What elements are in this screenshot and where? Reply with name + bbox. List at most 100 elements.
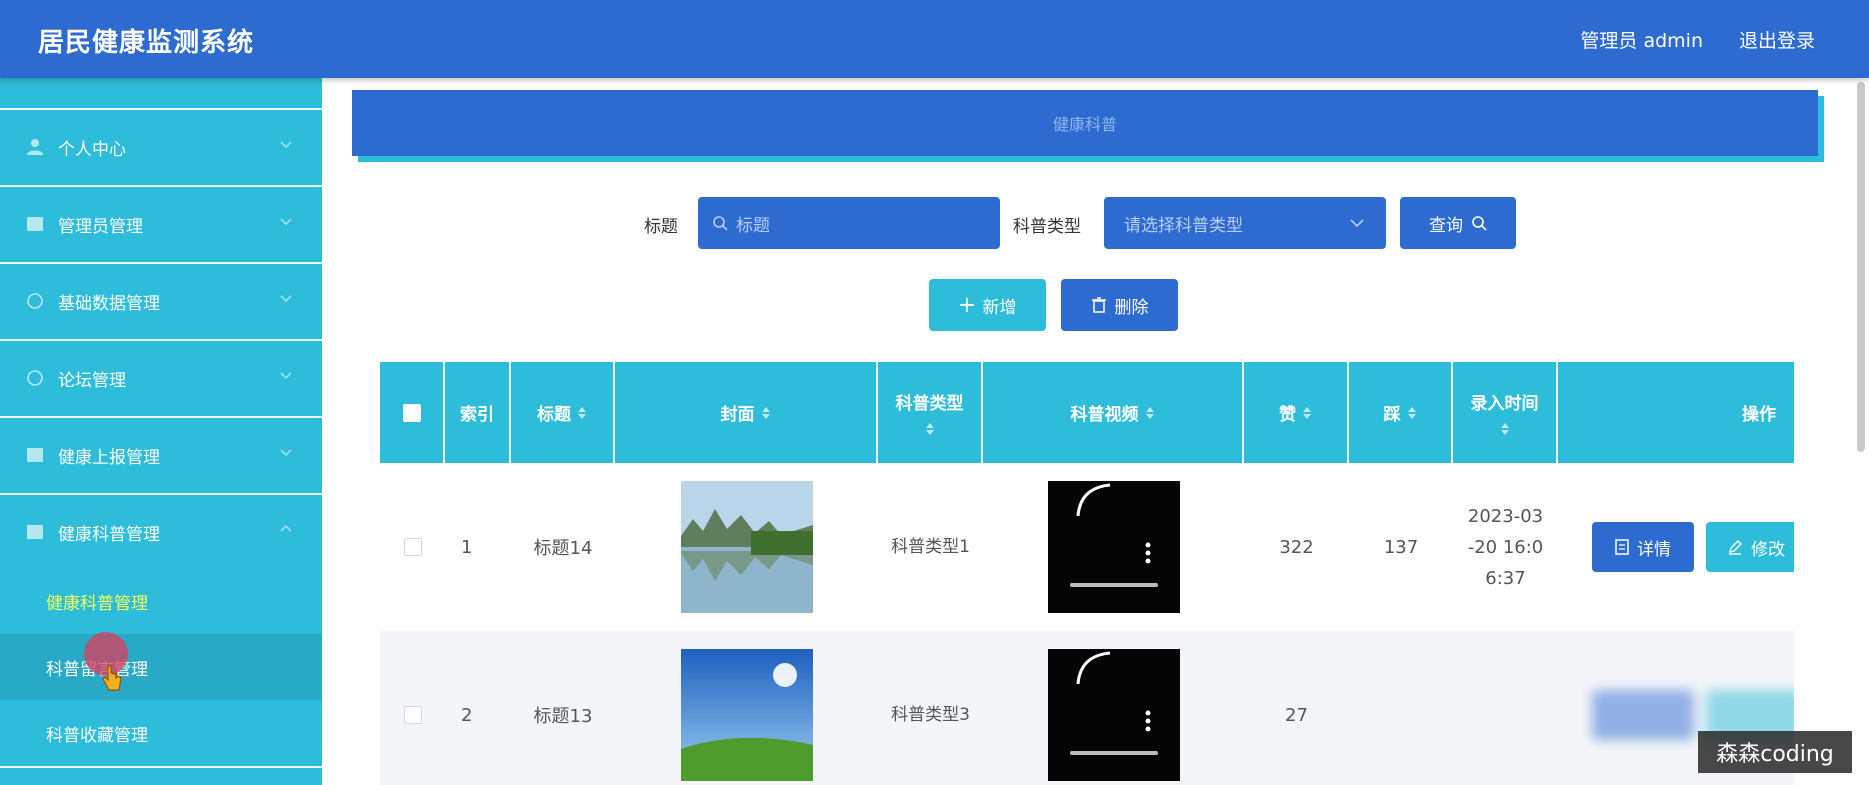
sort-icon[interactable] bbox=[1500, 422, 1510, 436]
list-icon bbox=[26, 446, 44, 464]
column-header-cover[interactable]: 封面 bbox=[615, 362, 878, 463]
select-all-cell[interactable] bbox=[380, 362, 445, 463]
sidebar-item-forum[interactable]: 论坛管理 bbox=[0, 339, 322, 415]
column-header-type[interactable]: 科普类型 bbox=[878, 362, 983, 463]
hand-cursor-icon bbox=[102, 665, 122, 691]
table-header: 索引 标题 封面 科普类型 科普视频 赞 踩 录入时间 操作 bbox=[380, 362, 1794, 463]
cover-image-meadow[interactable] bbox=[680, 649, 813, 781]
sidebar-subitem-science-favorites[interactable]: 科普收藏管理 bbox=[0, 700, 322, 766]
column-header-actions: 操作 bbox=[1558, 362, 1794, 463]
column-header-dislikes[interactable]: 踩 bbox=[1349, 362, 1453, 463]
detail-button-label: 详情 bbox=[1637, 539, 1671, 560]
column-header-video[interactable]: 科普视频 bbox=[983, 362, 1244, 463]
circle-icon bbox=[26, 292, 44, 310]
sidebar-item-health-report[interactable]: 健康上报管理 bbox=[0, 416, 322, 492]
row-index: 2 bbox=[461, 704, 473, 726]
sidebar-item-personal-center[interactable]: 个人中心 bbox=[0, 108, 322, 184]
breadcrumb-current: 健康科普 bbox=[1052, 115, 1117, 134]
chevron-down-icon bbox=[280, 218, 292, 226]
add-button[interactable]: 新增 bbox=[929, 279, 1046, 331]
column-label: 操作 bbox=[1742, 405, 1776, 425]
row-checkbox-cell[interactable] bbox=[380, 463, 445, 631]
sidebar-item-label: 论坛管理 bbox=[58, 370, 126, 391]
top-header: 居民健康监测系统 管理员 admin 退出登录 bbox=[0, 0, 1869, 78]
list-icon bbox=[26, 215, 44, 233]
chevron-down-icon bbox=[280, 449, 292, 457]
breadcrumb: 健康科普 bbox=[352, 90, 1818, 156]
user-icon bbox=[26, 138, 44, 156]
sidebar-item-label: 基础数据管理 bbox=[58, 293, 160, 314]
app-title: 居民健康监测系统 bbox=[38, 28, 255, 58]
column-label: 踩 bbox=[1383, 405, 1401, 425]
detail-button[interactable] bbox=[1592, 690, 1694, 740]
sort-icon[interactable] bbox=[925, 422, 935, 436]
logout-link[interactable]: 退出登录 bbox=[1739, 26, 1815, 53]
row-cover-cell bbox=[615, 463, 878, 631]
chevron-up-icon bbox=[280, 524, 292, 532]
table-row: 2 标题13 科普类型3 27 bbox=[380, 631, 1794, 785]
select-all-checkbox[interactable] bbox=[402, 403, 421, 422]
sidebar-item-label: 管理员管理 bbox=[58, 216, 143, 237]
title-search-input[interactable]: 标题 bbox=[698, 197, 1000, 249]
plus-icon bbox=[959, 298, 974, 312]
row-type: 科普类型3 bbox=[891, 705, 970, 725]
list-icon bbox=[26, 523, 44, 541]
detail-button[interactable]: 详情 bbox=[1592, 522, 1694, 572]
title-search-placeholder: 标题 bbox=[736, 215, 770, 236]
type-select-label: 科普类型 bbox=[1013, 217, 1081, 237]
sidebar-item-admin[interactable]: 管理员管理 bbox=[0, 185, 322, 261]
row-checkbox-cell[interactable] bbox=[380, 631, 445, 785]
column-label: 科普视频 bbox=[1070, 405, 1139, 425]
sidebar-item-label: 健康上报管理 bbox=[58, 447, 160, 468]
row-video-cell bbox=[983, 631, 1244, 785]
column-label: 科普类型 bbox=[895, 394, 964, 414]
delete-button[interactable]: 删除 bbox=[1061, 279, 1178, 331]
sort-icon[interactable] bbox=[1145, 406, 1155, 420]
row-time bbox=[1453, 631, 1558, 785]
column-header-title[interactable]: 标题 bbox=[511, 362, 615, 463]
cover-image-lake[interactable] bbox=[680, 481, 813, 613]
chevron-down-icon bbox=[280, 295, 292, 303]
row-checkbox[interactable] bbox=[403, 706, 422, 724]
sidebar-item-health-science[interactable]: 健康科普管理 bbox=[0, 493, 322, 569]
search-icon bbox=[713, 216, 728, 231]
column-label: 赞 bbox=[1279, 405, 1296, 425]
add-button-label: 新增 bbox=[982, 297, 1017, 318]
sidebar-item-base-data[interactable]: 基础数据管理 bbox=[0, 262, 322, 338]
sidebar-item-label: 健康科普管理 bbox=[58, 524, 160, 545]
column-header-likes[interactable]: 赞 bbox=[1244, 362, 1349, 463]
row-checkbox[interactable] bbox=[403, 538, 422, 556]
video-thumbnail[interactable] bbox=[1047, 649, 1180, 781]
row-time: 2023-03-20 16:06:37 bbox=[1467, 505, 1544, 589]
row-dislikes bbox=[1349, 631, 1453, 785]
query-button-label: 查询 bbox=[1429, 215, 1463, 236]
circle-icon bbox=[26, 369, 44, 387]
row-cover-cell bbox=[615, 631, 878, 785]
column-label: 录入时间 bbox=[1470, 394, 1539, 414]
column-label: 标题 bbox=[537, 405, 571, 425]
query-button[interactable]: 查询 bbox=[1400, 197, 1516, 249]
column-header-index: 索引 bbox=[445, 362, 511, 463]
scrollbar[interactable] bbox=[1857, 82, 1865, 452]
row-video-cell bbox=[983, 463, 1244, 631]
edit-icon bbox=[1729, 540, 1742, 555]
row-type: 科普类型1 bbox=[891, 537, 970, 557]
column-header-time[interactable]: 录入时间 bbox=[1453, 362, 1558, 463]
sort-icon[interactable] bbox=[577, 406, 587, 420]
title-search-label: 标题 bbox=[644, 217, 678, 237]
watermark: 森森coding bbox=[1698, 731, 1852, 773]
edit-button-label: 修改 bbox=[1751, 539, 1785, 560]
sort-icon[interactable] bbox=[1302, 406, 1312, 420]
science-table: 索引 标题 封面 科普类型 科普视频 赞 踩 录入时间 操作 1 标题14 科普… bbox=[380, 362, 1794, 785]
chevron-down-icon bbox=[280, 141, 292, 149]
video-thumbnail[interactable] bbox=[1047, 481, 1180, 613]
type-select[interactable]: 请选择科普类型 bbox=[1104, 197, 1386, 249]
sidebar-subitem-health-science[interactable]: 健康科普管理 bbox=[0, 568, 322, 634]
sort-icon[interactable] bbox=[1407, 406, 1417, 420]
row-likes: 322 bbox=[1279, 536, 1314, 558]
current-user: 管理员 admin bbox=[1580, 30, 1703, 52]
edit-button[interactable]: 修改 bbox=[1706, 522, 1794, 572]
delete-button-label: 删除 bbox=[1114, 297, 1149, 318]
sidebar-subitem-science-comments[interactable]: 科普留言管理 bbox=[0, 634, 322, 700]
sort-icon[interactable] bbox=[761, 406, 771, 420]
